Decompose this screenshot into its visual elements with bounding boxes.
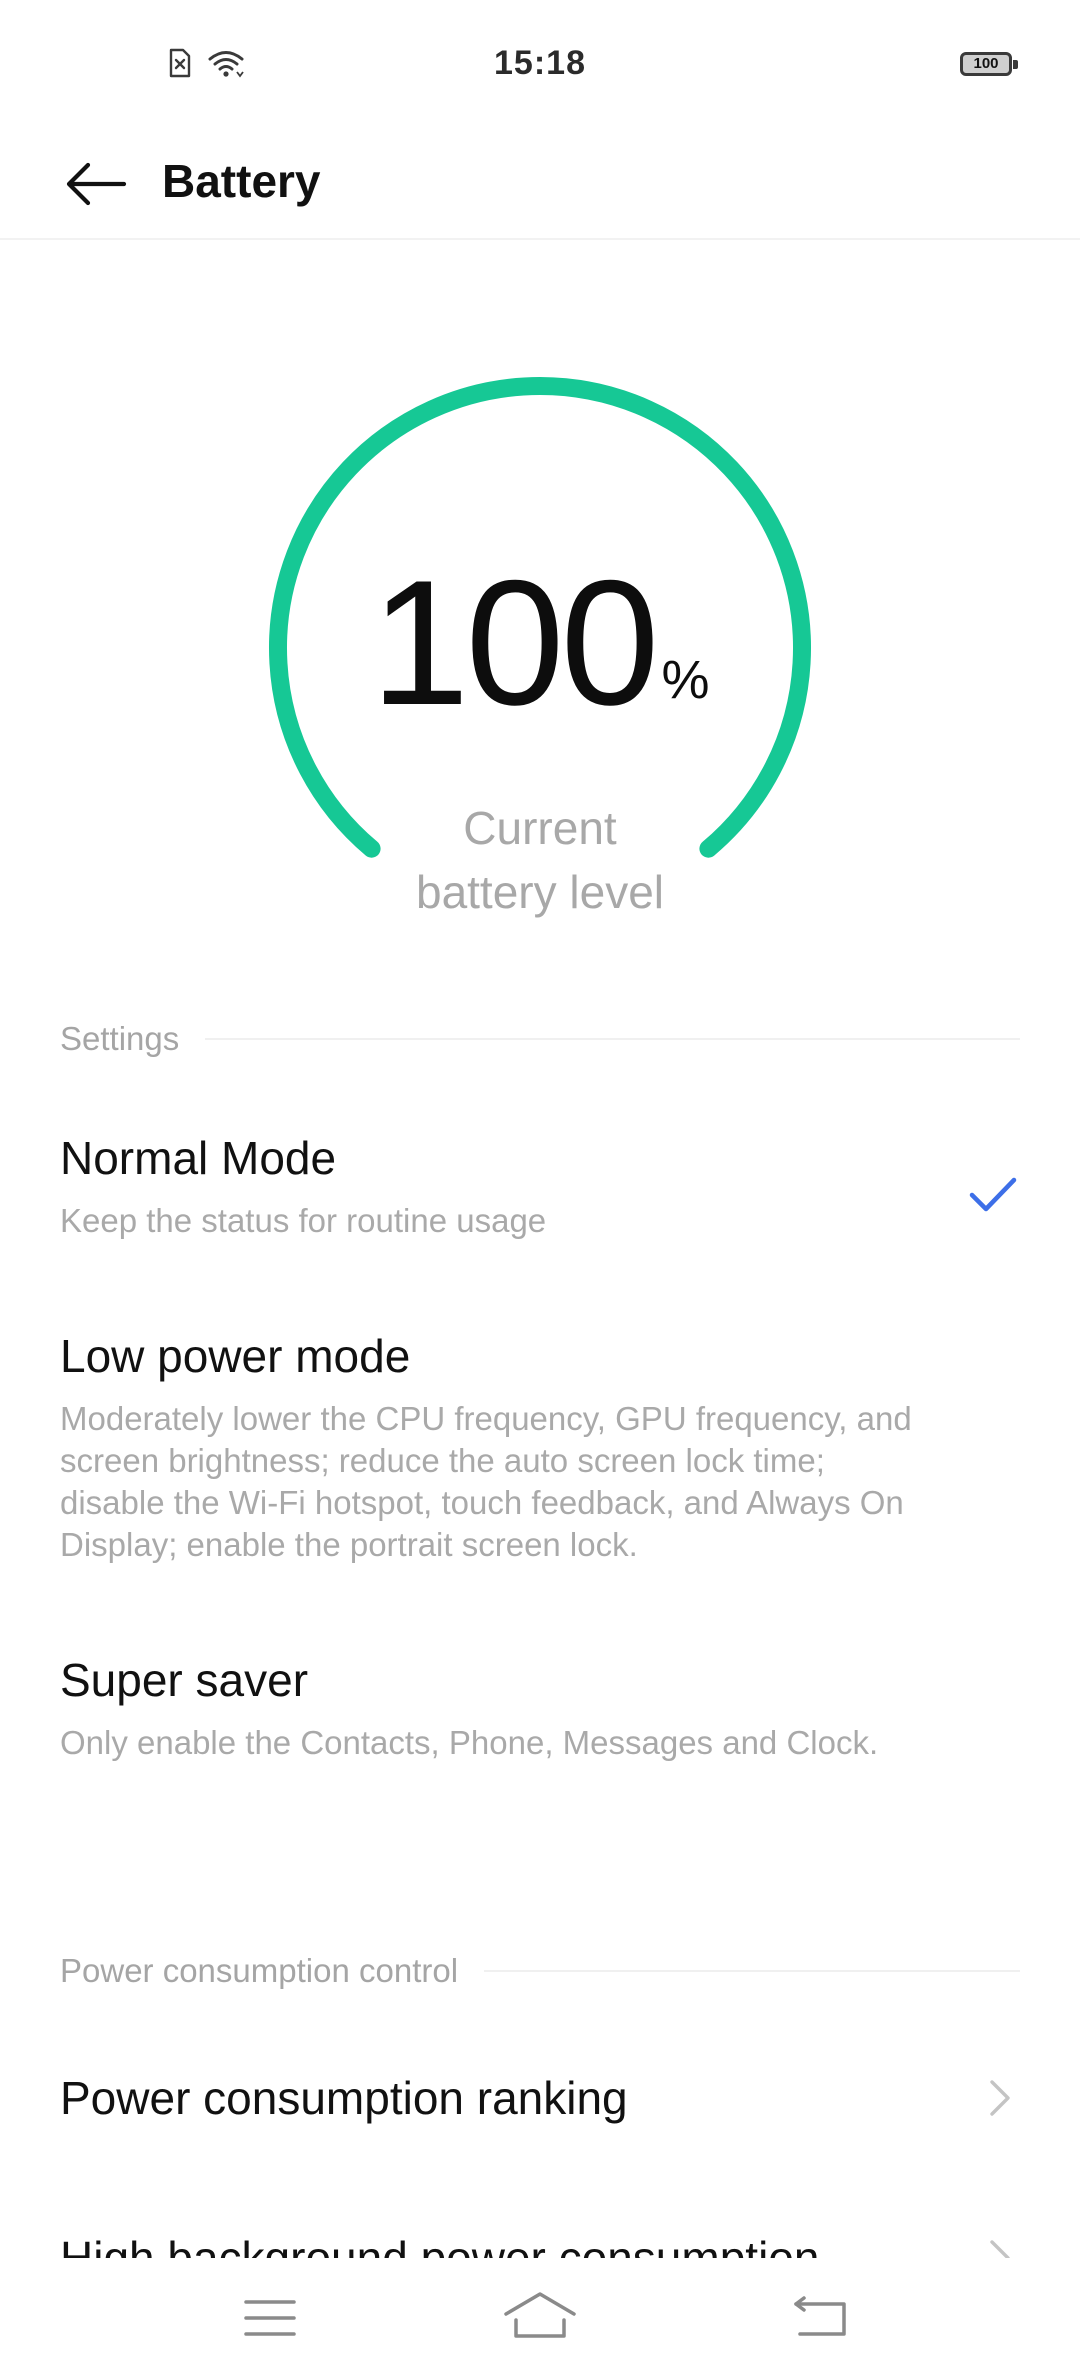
settings-section-header: Settings (60, 1020, 1020, 1058)
system-nav-bar (0, 2258, 1080, 2376)
section-divider (484, 1970, 1020, 1972)
mode-title: Normal Mode (60, 1132, 337, 1184)
mode-description: Only enable the Contacts, Phone, Message… (60, 1724, 879, 1761)
app-bar: Battery (0, 130, 1080, 240)
home-icon (504, 2292, 576, 2338)
battery-level-text: 100 (973, 55, 999, 72)
item-title: High background power consumption (60, 2232, 820, 2258)
section-header-label: Settings (60, 1020, 180, 1057)
mode-normal[interactable]: Normal Mode Keep the status for routine … (60, 1128, 1020, 1242)
menu-icon (244, 2300, 296, 2336)
back-arrow-icon (66, 162, 127, 206)
page-title: Battery (162, 155, 321, 207)
battery-level-caption: Current battery level (415, 802, 664, 918)
item-title: Power consumption ranking (60, 2072, 628, 2124)
mode-title: Low power mode (60, 1330, 411, 1382)
status-bar: 15:18 100 (0, 0, 1080, 130)
mode-title: Super saver (60, 1654, 309, 1706)
status-time: 15:18 (494, 44, 586, 82)
battery-level-number: 100 (370, 543, 659, 742)
high-background-power-item[interactable]: High background power consumption (0, 2200, 1080, 2258)
check-icon (969, 1177, 1017, 1212)
back-nav-button[interactable] (782, 2288, 862, 2348)
mode-description: Keep the status for routine usage (60, 1202, 547, 1239)
battery-level-value: 100% (0, 548, 1080, 781)
menu-button[interactable] (230, 2288, 310, 2348)
back-icon (794, 2296, 846, 2336)
mode-description: Moderately lower the CPU frequency, GPU … (60, 1400, 912, 1563)
mode-low-power[interactable]: Low power mode Moderately lower the CPU … (60, 1326, 1020, 1566)
section-header-label: Power consumption control (60, 1952, 459, 1989)
battery-icon: 100 (960, 52, 1018, 78)
section-divider (205, 1038, 1020, 1040)
back-button[interactable] (58, 152, 134, 216)
home-button[interactable] (500, 2288, 580, 2348)
mode-super-saver[interactable]: Super saver Only enable the Contacts, Ph… (60, 1650, 1020, 1764)
chevron-right-icon (990, 2240, 1010, 2258)
battery-level-unit: % (661, 650, 710, 710)
power-section-header: Power consumption control (60, 1952, 1020, 1990)
power-consumption-ranking-item[interactable]: Power consumption ranking (60, 2068, 1020, 2132)
chevron-right-icon (990, 2080, 1010, 2116)
